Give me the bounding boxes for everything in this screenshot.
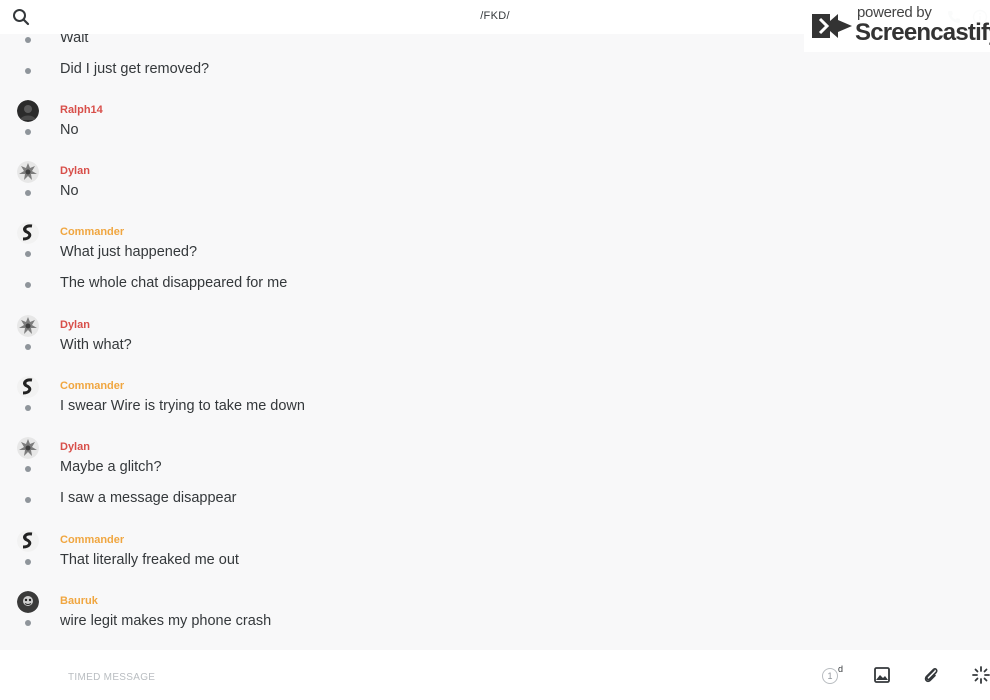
image-icon (874, 667, 890, 683)
attach-button[interactable] (920, 664, 942, 686)
message-text: With what? (60, 337, 132, 353)
screencastify-watermark: powered by Screencastify (804, 0, 990, 52)
message-line[interactable]: Did I just get removed? (0, 61, 990, 81)
message-dot (25, 620, 31, 626)
sender-name[interactable]: Commander (60, 226, 124, 238)
message-dot (25, 129, 31, 135)
message-line[interactable]: That literally freaked me out (0, 552, 990, 572)
watermark-brand-text: Screencastify (855, 19, 990, 46)
avatar[interactable] (17, 376, 39, 398)
message-text: No (60, 122, 79, 138)
message-text: That literally freaked me out (60, 552, 239, 568)
timer-unit: d (838, 664, 844, 674)
message-dot (25, 344, 31, 350)
message-dot (25, 68, 31, 74)
avatar[interactable] (17, 161, 39, 183)
avatar[interactable] (17, 315, 39, 337)
sender-name[interactable]: Dylan (60, 319, 90, 331)
camera-logo-icon (812, 14, 852, 38)
timed-message-button[interactable]: 1 d (820, 664, 844, 686)
paperclip-icon (924, 668, 938, 683)
image-button[interactable] (871, 664, 893, 686)
message-dot (25, 282, 31, 288)
sender-name[interactable]: Bauruk (60, 595, 98, 607)
message-dot (25, 37, 31, 43)
message-line[interactable]: No (0, 183, 990, 203)
avatar[interactable] (17, 100, 39, 122)
message-text: The whole chat disappeared for me (60, 275, 288, 291)
message-input[interactable] (66, 667, 770, 687)
message-dot (25, 497, 31, 503)
sparkle-icon (972, 666, 990, 684)
message-text: I swear Wire is trying to take me down (60, 398, 305, 414)
message-text: I saw a message disappear (60, 490, 237, 506)
message-dot (25, 559, 31, 565)
sender-name[interactable]: Dylan (60, 441, 90, 453)
message-text: wire legit makes my phone crash (60, 613, 272, 629)
message-dot (25, 405, 31, 411)
message-text: No (60, 183, 79, 199)
sender-name[interactable]: Commander (60, 534, 124, 546)
message-line[interactable]: What just happened? (0, 244, 990, 264)
message-dot (25, 251, 31, 257)
avatar[interactable] (17, 222, 39, 244)
message-line[interactable]: No (0, 122, 990, 142)
message-list[interactable]: Wait Did I just get removed? Ralph14 No (0, 34, 990, 650)
timer-icon: 1 (822, 668, 838, 684)
avatar[interactable] (17, 591, 39, 613)
message-text: Did I just get removed? (60, 61, 210, 77)
message-text: What just happened? (60, 244, 198, 260)
message-line[interactable]: I saw a message disappear (0, 490, 990, 510)
sender-name[interactable]: Ralph14 (60, 104, 103, 116)
message-text: Maybe a glitch? (60, 459, 162, 475)
sender-name[interactable]: Commander (60, 380, 124, 392)
message-line[interactable]: Maybe a glitch? (0, 459, 990, 479)
composer-bar: 1 d (0, 650, 990, 700)
message-line[interactable]: With what? (0, 337, 990, 357)
avatar[interactable] (17, 530, 39, 552)
message-text: Wait (60, 34, 89, 46)
message-line[interactable]: The whole chat disappeared for me (0, 275, 990, 295)
message-dot (25, 466, 31, 472)
message-line[interactable]: I swear Wire is trying to take me down (0, 398, 990, 418)
message-line[interactable]: wire legit makes my phone crash (0, 613, 990, 633)
more-button[interactable] (970, 664, 990, 686)
avatar[interactable] (17, 437, 39, 459)
sender-name[interactable]: Dylan (60, 165, 90, 177)
message-dot (25, 190, 31, 196)
